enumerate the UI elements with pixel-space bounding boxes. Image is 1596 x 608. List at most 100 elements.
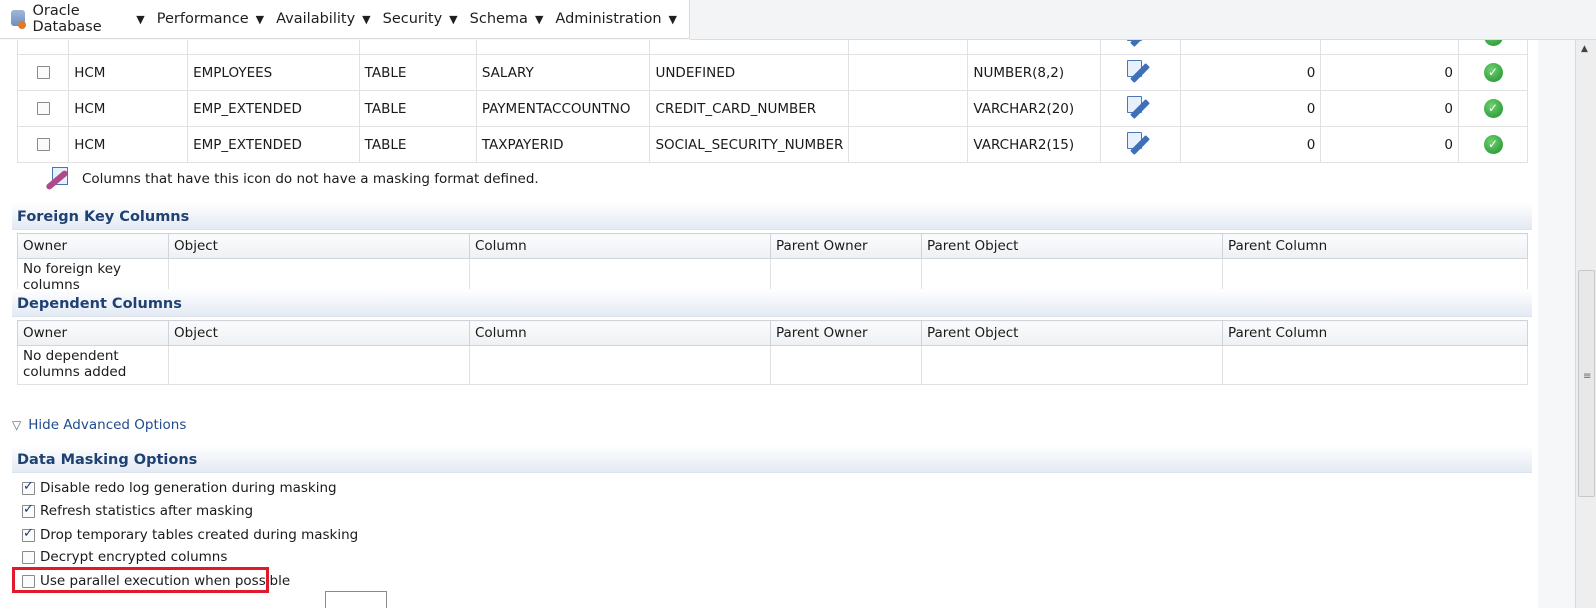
- decrypt-columns-checkbox[interactable]: [22, 550, 35, 564]
- refresh-statistics-checkbox[interactable]: [22, 502, 35, 518]
- vertical-scrollbar[interactable]: ▲ ≡: [1575, 40, 1596, 608]
- menu-oracle-database[interactable]: Oracle Database ▼: [32, 3, 144, 35]
- col-header-parent-object[interactable]: Parent Object: [921, 233, 1223, 259]
- col-header-parent-owner[interactable]: Parent Owner: [770, 233, 922, 259]
- col-header-object[interactable]: Object: [168, 233, 470, 259]
- col-header-parent-column[interactable]: Parent Column: [1222, 233, 1528, 259]
- no-format-defined-icon: [42, 165, 70, 193]
- menu-label: Availability: [276, 11, 356, 27]
- value-cell: 0: [1320, 126, 1460, 163]
- column-cell: SALARY: [475, 54, 651, 91]
- table-row: HCM EMP_EXTENDED TABLE PAYMENTACCOUNTNO …: [16, 90, 1528, 127]
- table-row: HCM EMP_EXTENDED TABLE TAXPAYERID SOCIAL…: [16, 126, 1528, 163]
- column-cell: TAXPAYERID: [475, 126, 651, 163]
- caret-down-icon: ▼: [534, 12, 544, 26]
- col-header-parent-object[interactable]: Parent Object: [921, 320, 1223, 346]
- column-cell: PAYMENTACCOUNTNO: [475, 90, 651, 127]
- type-cell: TABLE: [358, 54, 477, 91]
- section-header-dependent: Dependent Columns: [12, 289, 1532, 317]
- col-header-object[interactable]: Object: [168, 320, 470, 346]
- option-label: Refresh statistics after masking: [40, 503, 254, 519]
- database-icon: [10, 9, 27, 29]
- option-drop-temp-tables: Drop temporary tables created during mas…: [22, 526, 358, 543]
- edit-format-icon[interactable]: [1125, 58, 1155, 84]
- checkmark-icon: ✓: [1483, 99, 1503, 118]
- data-type-cell: VARCHAR2(15): [967, 126, 1101, 163]
- value-cell: 0: [1179, 126, 1322, 163]
- menu-administration[interactable]: Administration ▼: [555, 11, 677, 27]
- table-row: No dependent columns added: [17, 345, 1528, 385]
- checkmark-icon: ✓: [1483, 40, 1503, 46]
- owner-cell: HCM: [68, 54, 189, 91]
- row-select-checkbox[interactable]: [36, 66, 50, 79]
- table-row: HCM EMPLOYEES TABLE SALARY UNDEFINED NUM…: [16, 54, 1528, 91]
- type-cell: TABLE: [358, 126, 477, 163]
- masking-columns-table: ✓ HCM EMPLOYEES TABLE SALARY UNDEFINED N…: [16, 40, 1528, 163]
- caret-down-icon: ▼: [668, 12, 677, 26]
- col-header-owner[interactable]: Owner: [17, 233, 169, 259]
- data-type-cell: VARCHAR2(20): [967, 90, 1101, 127]
- foreign-key-table: Owner Object Column Parent Owner Parent …: [17, 233, 1528, 296]
- option-refresh-statistics: Refresh statistics after masking: [22, 502, 254, 519]
- disable-redo-log-checkbox[interactable]: [22, 479, 35, 495]
- option-label: Decrypt encrypted columns: [40, 549, 228, 565]
- masking-format-note: Columns that have this icon do not have …: [42, 165, 539, 193]
- data-type-cell: NUMBER(8,2): [967, 54, 1101, 91]
- table-row: ✓: [16, 40, 1528, 55]
- menu-label: Administration: [555, 11, 662, 27]
- menu-label: Security: [382, 11, 443, 27]
- col-header-parent-owner[interactable]: Parent Owner: [770, 320, 922, 346]
- menu-bar-filler: [690, 0, 1596, 40]
- degree-input[interactable]: [325, 591, 387, 608]
- owner-cell: HCM: [68, 126, 189, 163]
- menu-security[interactable]: Security ▼: [383, 11, 458, 27]
- blank-cell: [848, 54, 969, 91]
- sensitive-type-cell: UNDEFINED: [649, 54, 850, 91]
- main-content: ✓ HCM EMPLOYEES TABLE SALARY UNDEFINED N…: [0, 40, 1538, 608]
- sensitive-type-cell: CREDIT_CARD_NUMBER: [649, 90, 850, 127]
- checkmark-icon: ✓: [1483, 63, 1503, 82]
- empty-message: No dependent columns added: [17, 345, 169, 385]
- value-cell: 0: [1320, 54, 1460, 91]
- col-header-column[interactable]: Column: [469, 233, 771, 259]
- col-header-column[interactable]: Column: [469, 320, 771, 346]
- col-header-parent-column[interactable]: Parent Column: [1222, 320, 1528, 346]
- edit-format-icon[interactable]: [1125, 130, 1155, 156]
- option-label: Disable redo log generation during maski…: [40, 480, 337, 496]
- menu-schema[interactable]: Schema ▼: [470, 11, 544, 27]
- row-select-checkbox[interactable]: [36, 138, 50, 151]
- top-menu-bar: Oracle Database ▼ Performance ▼ Availabili…: [0, 0, 690, 39]
- menu-label: Schema: [469, 11, 528, 27]
- checkmark-icon: ✓: [1483, 135, 1503, 154]
- sensitive-type-cell: SOCIAL_SECURITY_NUMBER: [649, 126, 850, 163]
- table-name-cell: EMP_EXTENDED: [187, 90, 360, 127]
- blank-cell: [848, 90, 969, 127]
- edit-format-icon[interactable]: [1125, 40, 1155, 48]
- menu-label: Performance: [156, 11, 249, 27]
- section-header-foreign-key: Foreign Key Columns: [12, 202, 1532, 230]
- section-header-masking-options: Data Masking Options: [12, 445, 1532, 473]
- blank-cell: [848, 126, 969, 163]
- edit-format-icon[interactable]: [1125, 94, 1155, 120]
- hide-advanced-label: Hide Advanced Options: [28, 417, 187, 433]
- note-text: Columns that have this icon do not have …: [82, 171, 539, 187]
- caret-down-icon: ▼: [136, 12, 145, 26]
- col-header-owner[interactable]: Owner: [17, 320, 169, 346]
- value-cell: 0: [1320, 90, 1460, 127]
- table-header-row: Owner Object Column Parent Owner Parent …: [17, 233, 1528, 259]
- menu-performance[interactable]: Performance ▼: [157, 11, 264, 27]
- grip-icon: ≡: [1583, 371, 1592, 382]
- scrollbar-thumb[interactable]: ≡: [1578, 270, 1595, 497]
- drop-temp-tables-checkbox[interactable]: [22, 526, 35, 542]
- value-cell: 0: [1179, 90, 1322, 127]
- owner-cell: HCM: [68, 90, 189, 127]
- dependent-columns-table: Owner Object Column Parent Owner Parent …: [17, 320, 1528, 385]
- caret-down-icon: ▼: [449, 12, 458, 26]
- menu-availability[interactable]: Availability ▼: [276, 11, 371, 27]
- option-decrypt-columns: Decrypt encrypted columns: [22, 549, 227, 565]
- caret-down-icon: ▼: [255, 12, 265, 26]
- hide-advanced-options-link[interactable]: ▽ Hide Advanced Options: [12, 417, 186, 433]
- row-select-checkbox[interactable]: [36, 102, 50, 115]
- menu-label: Oracle Database: [32, 3, 102, 35]
- scroll-up-icon[interactable]: ▲: [1581, 44, 1588, 54]
